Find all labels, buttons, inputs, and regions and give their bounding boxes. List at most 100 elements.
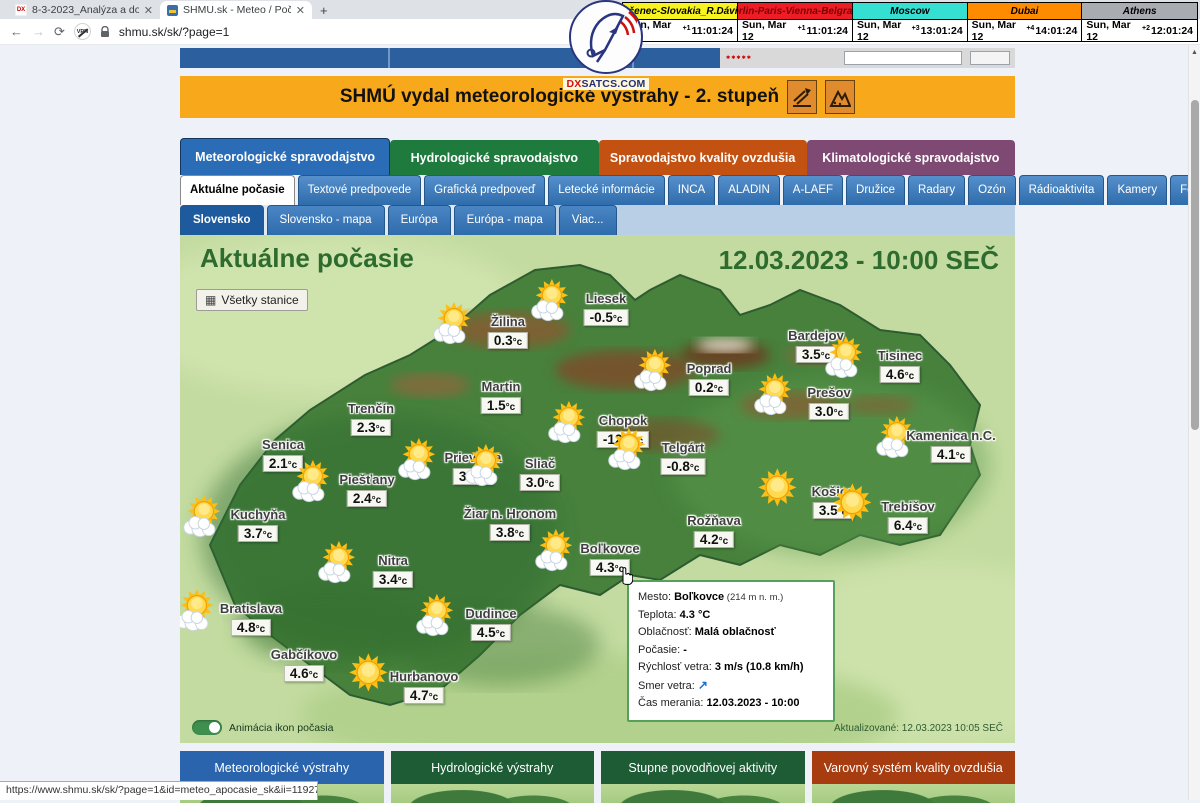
vpn-extension-icon[interactable]: VPN [74, 23, 91, 40]
station-name: Prešov [807, 385, 850, 400]
main-tab-spravodajstvo-kvality-ovzdusia[interactable]: Spravodajstvo kvality ovzdušia [599, 140, 807, 175]
tab-close-icon[interactable]: ✕ [144, 4, 153, 17]
scrollbar-thumb[interactable] [1191, 100, 1199, 430]
sun-cloud-icon [180, 493, 224, 539]
station-label-group: Dudince4.5°c [491, 606, 542, 641]
weather-station-trencin[interactable]: Trenčín2.3°c [371, 401, 417, 436]
main-tab-meteorologicke-spravodajstvo[interactable]: Meteorologické spravodajstvo [180, 138, 390, 175]
toggle-switch-icon[interactable] [192, 720, 222, 735]
view-tab-slovensko[interactable]: Slovensko [180, 205, 264, 235]
view-tabs-row: SlovenskoSlovensko - mapaEurópaEurópa - … [180, 205, 1015, 235]
tab-radioaktivita[interactable]: Rádioaktivita [1019, 175, 1105, 205]
main-tab-klimatologicke-spravodajstvo[interactable]: Klimatologické spravodajstvo [807, 140, 1015, 175]
site-search-input[interactable] [844, 51, 962, 65]
station-name: Nitra [378, 553, 408, 568]
weather-station-hurbanovo[interactable]: Hurbanovo4.7°c [424, 669, 493, 704]
map-datetime: 12.03.2023 - 10:00 SEČ [719, 245, 999, 276]
tooltip-value: 12.03.2023 - 10:00 [706, 697, 799, 709]
avalanche-warning-icon[interactable] [825, 80, 855, 114]
weather-station-liesek[interactable]: Liesek-0.5°c [606, 291, 651, 326]
station-name: Senica [262, 437, 304, 452]
back-icon[interactable]: ← [10, 25, 23, 38]
tab-inca[interactable]: INCA [668, 175, 715, 205]
tab-kamery[interactable]: Kamery [1107, 175, 1167, 205]
station-temp: 2.4°c [347, 490, 387, 507]
panel-link-meteorologicke-vystrahy[interactable]: Meteorologické výstrahy [180, 751, 384, 784]
tab-a-laef[interactable]: A-LAEF [783, 175, 843, 205]
weather-station-telgart[interactable]: Telgárt-0.8°c [683, 440, 728, 475]
wind-warning-icon[interactable] [787, 80, 817, 114]
weather-station-poprad[interactable]: Poprad0.2°c [709, 361, 754, 396]
clock-city-berlin-paris-vienna-belgrade: Berlin-Paris-Vienna-BelgradeSun, Mar 12+… [738, 3, 853, 41]
weather-station-presov[interactable]: Prešov3.0°c [829, 385, 872, 420]
tab-graficka-predpoved[interactable]: Grafická predpoveď [424, 175, 545, 205]
tooltip-label: Čas merania: [638, 697, 706, 709]
tab-radary[interactable]: Radary [908, 175, 965, 205]
scrollbar[interactable]: ▲ [1188, 45, 1200, 800]
station-temp: 0.2°c [689, 379, 729, 396]
weather-station-kamenica-n-c[interactable]: Kamenica n.C.4.1°c [951, 428, 1015, 463]
tab-aktualne-pocasie[interactable]: Aktuálne počasie [180, 175, 295, 205]
reload-icon[interactable]: ⟳ [54, 25, 65, 38]
tab-ozon[interactable]: Ozón [968, 175, 1016, 205]
station-name: Liesek [586, 291, 626, 306]
view-tab-europa[interactable]: Európa [388, 205, 451, 235]
forward-icon[interactable]: → [32, 25, 45, 38]
main-tab-hydrologicke-spravodajstvo[interactable]: Hydrologické spravodajstvo [390, 140, 598, 175]
tab-druzice[interactable]: Družice [846, 175, 905, 205]
clock-date: Sun, Mar 12 [742, 19, 798, 43]
dxsatcs-logo: DXSATCS.COM [563, 0, 649, 88]
new-tab-button[interactable]: + [320, 1, 328, 19]
weather-map[interactable]: Aktuálne počasie 12.03.2023 - 10:00 SEČ … [180, 235, 1015, 743]
station-name: Boľkovce [580, 541, 639, 556]
station-name: Trebišov [881, 499, 934, 514]
sun-cloud-icon [603, 426, 649, 472]
panel-link-varovny-system-kvality-ovzdusia[interactable]: Varovný systém kvality ovzdušia [812, 751, 1016, 784]
weather-station-roznava[interactable]: Rožňava4.2°c [714, 513, 767, 548]
station-name: Tisinec [878, 348, 923, 363]
tab-textove-predpovede[interactable]: Textové predpovede [298, 175, 422, 205]
weather-station-kuchyna[interactable]: Kuchyňa3.7°c [258, 507, 313, 542]
station-name: Žilina [491, 314, 525, 329]
station-name: Sliač [525, 456, 555, 471]
view-tab-viac[interactable]: Viac... [559, 205, 617, 235]
tooltip-row-teplota: Teplota: 4.3 °C [638, 607, 824, 625]
tab-aladin[interactable]: ALADIN [718, 175, 780, 205]
station-label-group: Kamenica n.C.4.1°c [951, 428, 1015, 463]
status-url-tooltip: https://www.shmu.sk/sk/?page=1&id=meteo_… [0, 781, 318, 800]
weather-station-dudince[interactable]: Dudince4.5°c [491, 606, 542, 641]
tooltip-row-smer-vetra: Smer vetra: ↗ [638, 677, 824, 696]
url-bar[interactable]: shmu.sk/sk/?page=1 [119, 25, 229, 39]
browser-tab-shmu[interactable]: SHMU.sk - Meteo / Počasie / Hydrol ✕ [160, 1, 312, 19]
weather-station-tisinec[interactable]: Tisinec4.6°c [900, 348, 945, 383]
scroll-up-arrow[interactable]: ▲ [1191, 49, 1198, 56]
navbar-separator [388, 48, 390, 68]
tab-letecke-informacie[interactable]: Letecké informácie [548, 175, 665, 205]
weather-station-martin[interactable]: Martin1.5°c [501, 379, 541, 414]
all-stations-button[interactable]: ▦ Všetky stanice [196, 289, 308, 311]
station-name: Telgárt [662, 440, 704, 455]
browser-tab-dxsat[interactable]: DX 8-3-2023_Analýza a dokazovanie ac ✕ [8, 1, 160, 19]
view-tab-slovensko-mapa[interactable]: Slovensko - mapa [267, 205, 385, 235]
tooltip-row-pocasie: Počasie: - [638, 642, 824, 660]
animation-toggle[interactable]: Animácia ikon počasia [192, 720, 333, 735]
clock-city-name: Moscow [853, 3, 967, 20]
weather-station-trebisov[interactable]: Trebišov6.4°c [908, 499, 961, 534]
tooltip-label: Oblačnosť: [638, 626, 695, 638]
weather-station-piestany[interactable]: Piešťany2.4°c [367, 472, 422, 507]
weather-station-sliac[interactable]: Sliač3.0°c [540, 456, 580, 491]
map-title: Aktuálne počasie [200, 243, 414, 274]
panel-link-hydrologicke-vystrahy[interactable]: Hydrologické výstrahy [391, 751, 595, 784]
site-search-button[interactable] [970, 51, 1010, 65]
tab-close-icon[interactable]: ✕ [296, 4, 305, 17]
station-temp: 3.8°c [490, 524, 530, 541]
station-temp: 4.7°c [404, 687, 444, 704]
weather-station-bratislava[interactable]: Bratislava4.8°c [251, 601, 313, 636]
view-tab-europa-mapa[interactable]: Európa - mapa [454, 205, 556, 235]
station-temp: 0.3°c [488, 332, 528, 349]
lock-icon [100, 26, 110, 38]
clock-hhmmss: 14:01:24 [1035, 25, 1077, 37]
weather-station-nitra[interactable]: Nitra3.4°c [393, 553, 433, 588]
panel-link-stupne-povodnovej-aktivity[interactable]: Stupne povodňovej aktivity [601, 751, 805, 784]
panel-map-thumbnail [391, 784, 595, 803]
